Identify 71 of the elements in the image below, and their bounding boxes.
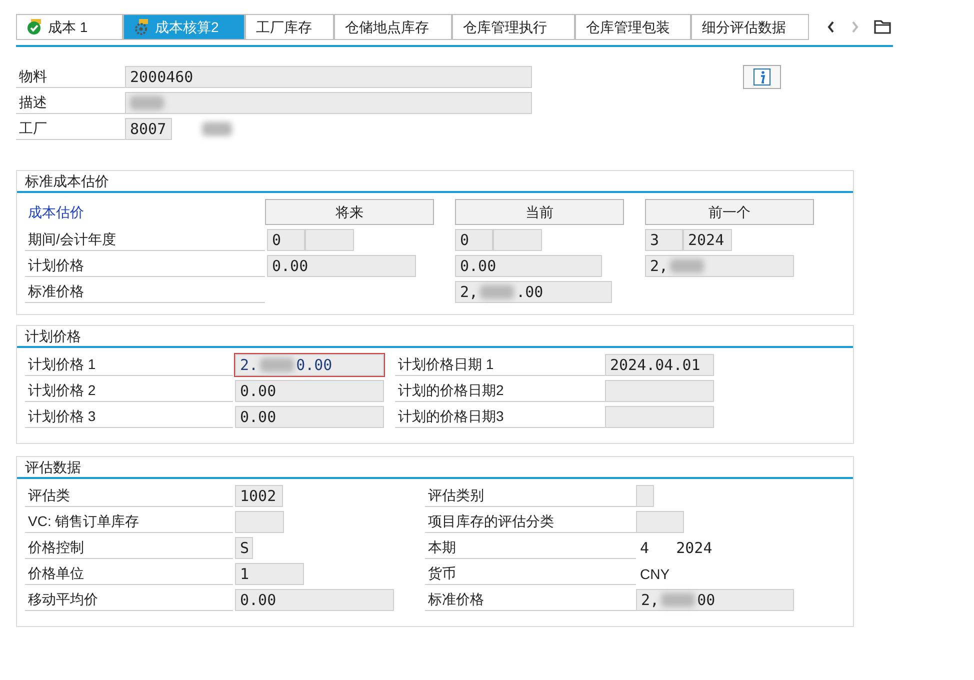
input-field[interactable]: 8007 bbox=[125, 118, 172, 140]
input-field[interactable] bbox=[493, 229, 542, 251]
blurred-redaction bbox=[480, 285, 514, 299]
input-field[interactable]: 3 bbox=[645, 229, 683, 251]
field-label: 期间/会计年度 bbox=[25, 229, 265, 251]
section-title: 标准成本估价 bbox=[24, 172, 110, 190]
input-field[interactable]: 0 bbox=[455, 229, 493, 251]
input-field[interactable]: 2024.04.01 bbox=[605, 354, 714, 376]
input-field[interactable] bbox=[605, 380, 714, 402]
gear-icon bbox=[134, 19, 150, 35]
field-label: 计划价格 3 bbox=[25, 406, 233, 428]
input-field[interactable]: 2, 00 bbox=[636, 589, 794, 611]
blurred-redaction bbox=[260, 358, 294, 372]
blurred-redaction bbox=[130, 96, 164, 110]
input-field[interactable] bbox=[605, 406, 714, 428]
input-field[interactable] bbox=[636, 511, 684, 533]
blurred-redaction bbox=[661, 593, 696, 607]
tab[interactable]: 细分评估数据 bbox=[691, 14, 809, 40]
field-label: 移动平均价 bbox=[25, 589, 233, 611]
field-label: 计划价格日期 1 bbox=[395, 354, 605, 376]
field-label: 计划价格 2 bbox=[25, 380, 233, 402]
input-field[interactable]: 1 bbox=[235, 563, 304, 585]
info-button[interactable] bbox=[743, 65, 781, 89]
input-field[interactable]: 0.00 bbox=[267, 255, 416, 277]
field-label: 计划的价格日期3 bbox=[395, 406, 605, 428]
section-title: 计划价格 bbox=[24, 326, 82, 346]
field-label: 标准价格 bbox=[25, 281, 265, 303]
field-label: 货币 bbox=[425, 563, 636, 585]
field-label: 计划的价格日期2 bbox=[395, 380, 605, 402]
field-label: 计划价格 bbox=[25, 255, 265, 277]
input-field[interactable]: 2000460 bbox=[125, 66, 532, 88]
field-label: 计划价格 1 bbox=[25, 354, 233, 376]
column-header-label: 成本估价 bbox=[27, 202, 85, 222]
input-field[interactable]: 0 bbox=[267, 229, 305, 251]
field-label: 本期 bbox=[425, 537, 636, 559]
input-field[interactable]: 0.00 bbox=[455, 255, 602, 277]
input-field[interactable]: 0.00 bbox=[235, 589, 394, 611]
blurred-redaction bbox=[670, 259, 704, 273]
column-header-button[interactable]: 将来 bbox=[265, 199, 434, 225]
field-label: 价格控制 bbox=[25, 537, 233, 559]
info-icon bbox=[753, 68, 771, 86]
check-icon bbox=[27, 19, 43, 35]
field-value: CNY bbox=[639, 564, 671, 584]
section-title: 评估数据 bbox=[24, 458, 82, 476]
field-label: 标准价格 bbox=[425, 589, 636, 611]
tab[interactable]: 仓库管理执行 bbox=[452, 14, 575, 40]
input-field[interactable]: 2024 bbox=[683, 229, 732, 251]
input-field[interactable]: S bbox=[235, 537, 253, 559]
field-value: 4 2024 bbox=[639, 538, 714, 559]
field-label: 项目库存的评估分类 bbox=[425, 511, 636, 533]
input-field[interactable]: 2, .00 bbox=[455, 281, 612, 303]
input-field[interactable]: 1002 bbox=[235, 485, 283, 507]
field-label: 评估类 bbox=[25, 485, 233, 507]
tab[interactable]: 仓储地点库存 bbox=[334, 14, 452, 40]
tab[interactable]: 成本 1 bbox=[16, 14, 123, 40]
tab[interactable]: 工厂库存 bbox=[245, 14, 334, 40]
input-field[interactable] bbox=[235, 511, 284, 533]
field-label: 评估类别 bbox=[425, 485, 636, 507]
input-field[interactable] bbox=[305, 229, 354, 251]
input-field[interactable]: 0.00 bbox=[235, 380, 384, 402]
input-field[interactable]: 0.00 bbox=[235, 406, 384, 428]
folder-icon[interactable] bbox=[873, 19, 891, 35]
column-header-button[interactable]: 前一个 bbox=[645, 199, 814, 225]
input-field[interactable] bbox=[125, 92, 532, 114]
field-label: 价格单位 bbox=[25, 563, 233, 585]
tab[interactable]: 仓库管理包装 bbox=[575, 14, 691, 40]
column-header-button[interactable]: 当前 bbox=[455, 199, 624, 225]
input-field[interactable]: 2. 0.00 bbox=[235, 354, 384, 376]
field-label: VC: 销售订单库存 bbox=[25, 511, 233, 533]
input-field[interactable] bbox=[636, 485, 654, 507]
input-field[interactable]: 2, bbox=[645, 255, 794, 277]
